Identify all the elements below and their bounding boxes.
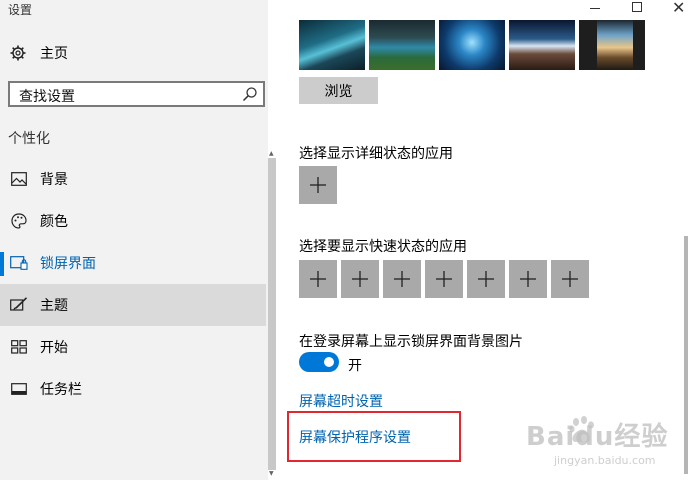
sidebar: 设置 主页 查找设置 个性化 背景 颜色 锁屏界面 主题 开始 任务栏	[0, 0, 268, 480]
home-nav-item[interactable]: 主页	[0, 38, 268, 68]
sidebar-item-label: 开始	[40, 340, 68, 356]
home-label: 主页	[40, 46, 68, 62]
section-title: 个性化	[8, 131, 50, 147]
sidebar-item-label: 锁屏界面	[40, 256, 96, 272]
quick-status-heading: 选择要显示快速状态的应用	[299, 239, 467, 255]
browse-button[interactable]: 浏览	[299, 77, 378, 104]
plus-icon	[310, 271, 326, 287]
wallpaper-thumbnail[interactable]	[299, 20, 365, 70]
minimize-icon[interactable]	[590, 8, 600, 9]
toggle-knob	[324, 357, 334, 367]
baidu-watermark: Baidu经验 jingyan.baidu.com	[526, 410, 690, 480]
palette-icon	[10, 213, 28, 229]
scroll-up-arrow-icon[interactable]: ▲	[269, 150, 274, 157]
plus-icon	[352, 271, 368, 287]
wallpaper-thumbnail[interactable]	[509, 20, 575, 70]
start-grid-icon	[10, 339, 28, 355]
taskbar-icon	[10, 381, 28, 397]
detailed-status-heading: 选择显示详细状态的应用	[299, 146, 453, 162]
plus-icon	[436, 271, 452, 287]
maximize-icon[interactable]	[632, 2, 642, 12]
gear-icon	[10, 45, 26, 61]
sidebar-item-themes[interactable]: 主题	[0, 284, 266, 326]
add-quick-status-app-button[interactable]	[383, 260, 421, 298]
sidebar-item-taskbar[interactable]: 任务栏	[0, 368, 266, 410]
add-quick-status-app-button[interactable]	[341, 260, 379, 298]
window-title: 设置	[8, 3, 33, 17]
add-quick-status-app-button[interactable]	[467, 260, 505, 298]
sidebar-item-start[interactable]: 开始	[0, 326, 266, 368]
sidebar-item-lock-screen[interactable]: 锁屏界面	[0, 242, 266, 284]
sidebar-item-background[interactable]: 背景	[0, 158, 266, 200]
show-background-heading: 在登录屏幕上显示锁屏界面背景图片	[299, 334, 523, 350]
close-icon[interactable]: ✕	[672, 0, 685, 17]
plus-icon	[310, 177, 326, 193]
show-background-toggle[interactable]	[299, 352, 339, 372]
plus-icon	[394, 271, 410, 287]
add-quick-status-app-button[interactable]	[551, 260, 589, 298]
sidebar-item-label: 主题	[40, 298, 68, 314]
toggle-state-label: 开	[348, 358, 362, 374]
sidebar-item-label: 任务栏	[40, 382, 82, 398]
screen-timeout-link[interactable]: 屏幕超时设置	[299, 391, 383, 411]
scroll-down-arrow-icon[interactable]: ▼	[269, 470, 274, 477]
sidebar-scrollbar[interactable]	[268, 158, 276, 470]
add-quick-status-app-button[interactable]	[299, 260, 337, 298]
search-input[interactable]: 查找设置	[8, 81, 265, 107]
theme-brush-icon	[10, 297, 28, 313]
search-placeholder: 查找设置	[19, 89, 75, 105]
watermark-url: jingyan.baidu.com	[554, 454, 656, 467]
search-icon[interactable]	[242, 86, 258, 102]
plus-icon	[562, 271, 578, 287]
wallpaper-thumbnail[interactable]	[439, 20, 505, 70]
paw-logo-icon	[569, 416, 594, 443]
picture-icon	[10, 171, 28, 187]
add-detailed-status-app-button[interactable]	[299, 166, 337, 204]
plus-icon	[478, 271, 494, 287]
plus-icon	[520, 271, 536, 287]
highlight-frame	[287, 411, 461, 462]
recent-images	[299, 20, 645, 70]
sidebar-item-colors[interactable]: 颜色	[0, 200, 266, 242]
wallpaper-thumbnail[interactable]	[579, 20, 645, 70]
wallpaper-thumbnail[interactable]	[369, 20, 435, 70]
sidebar-item-label: 背景	[40, 172, 68, 188]
watermark-brand: Baidu经验	[526, 422, 669, 452]
add-quick-status-app-button[interactable]	[425, 260, 463, 298]
add-quick-status-app-button[interactable]	[509, 260, 547, 298]
lock-screen-icon	[10, 255, 28, 271]
sidebar-item-label: 颜色	[40, 214, 68, 230]
main-scrollbar[interactable]	[684, 236, 688, 474]
